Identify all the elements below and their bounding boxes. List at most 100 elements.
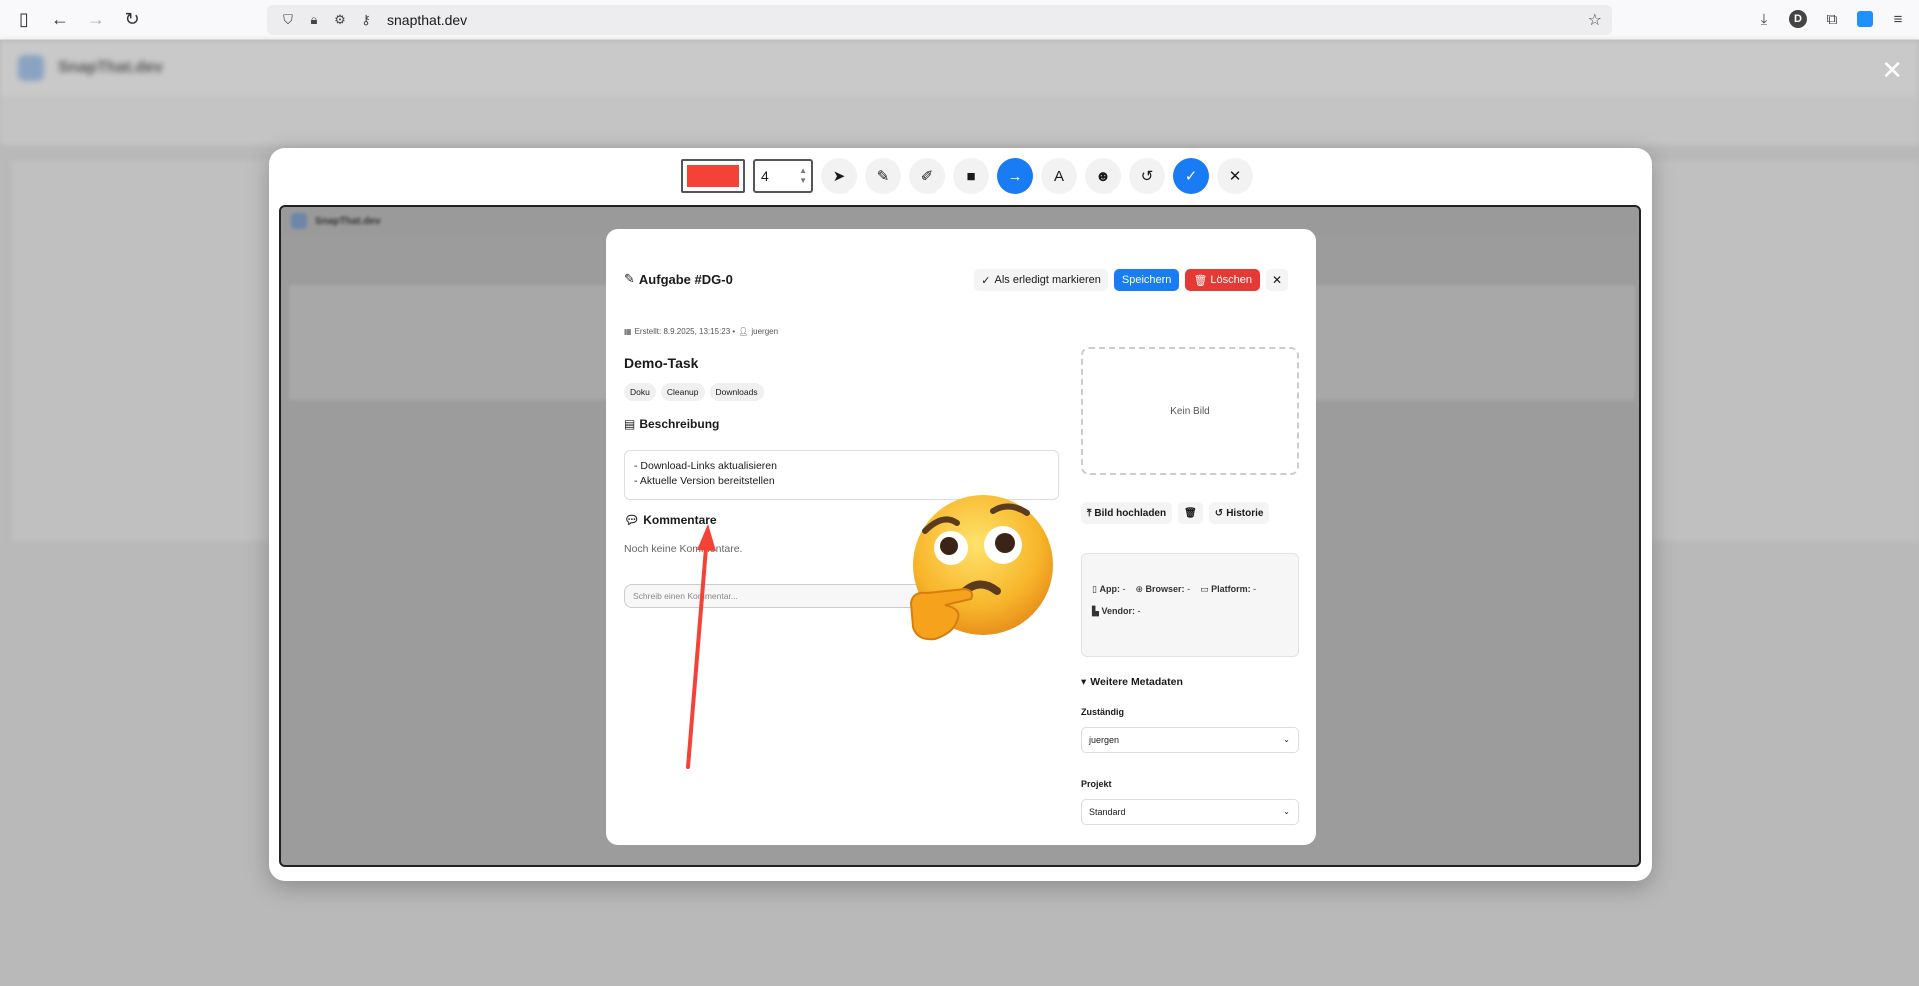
check-icon: ✓ bbox=[981, 274, 991, 287]
user-icon: 👤︎ bbox=[738, 327, 749, 336]
task-name: Demo-Task bbox=[624, 355, 699, 371]
description-heading-text: Beschreibung bbox=[639, 417, 720, 431]
device-vendor: ▙ Vendor: - bbox=[1092, 606, 1141, 616]
emoji-icon[interactable]: ☻ bbox=[1085, 158, 1121, 194]
image-placeholder: Kein Bild bbox=[1081, 347, 1299, 475]
device-browser: ⊕ Browser: - bbox=[1135, 584, 1191, 594]
arrow-icon[interactable]: → bbox=[997, 158, 1033, 194]
delete-button[interactable]: 🗑︎ Löschen bbox=[1185, 269, 1260, 291]
mobile-icon: ▯ bbox=[1092, 584, 1097, 594]
profile-avatar[interactable]: D bbox=[1789, 10, 1807, 28]
document-icon: ▤ bbox=[624, 417, 636, 431]
back-icon[interactable]: ← bbox=[48, 8, 72, 32]
project-value: Standard bbox=[1089, 807, 1126, 817]
permissions-icon[interactable]: ⚙ bbox=[329, 10, 351, 30]
description-heading: ▤ Beschreibung bbox=[624, 417, 719, 431]
upload-icon: ⤒ bbox=[1087, 507, 1092, 519]
calendar-icon: ▦ bbox=[624, 327, 632, 336]
comments-icon: 💬︎ bbox=[624, 513, 640, 527]
created-meta: ▦ Erstellt: 8.9.2025, 13:15:23 • 👤︎ juer… bbox=[624, 327, 778, 336]
app-logo bbox=[18, 55, 44, 81]
device-platform: ▭ Platform: - bbox=[1200, 584, 1257, 594]
stepper-icon[interactable]: ▲ ▼ bbox=[799, 166, 807, 186]
confirm-icon[interactable]: ✓ bbox=[1173, 158, 1209, 194]
url-text[interactable]: snapthat.dev bbox=[387, 12, 467, 28]
extensions-icon[interactable]: ⧉ bbox=[1821, 8, 1843, 30]
stroke-size-value: 4 bbox=[761, 168, 769, 184]
more-metadata-label: Weitere Metadaten bbox=[1090, 676, 1183, 688]
color-picker[interactable] bbox=[681, 159, 745, 193]
upload-label: Bild hochladen bbox=[1094, 507, 1167, 519]
shield-icon[interactable]: ⛉ bbox=[277, 10, 299, 30]
reload-icon[interactable]: ↻ bbox=[120, 8, 144, 32]
author-text: juergen bbox=[751, 327, 779, 336]
globe-icon: ⊕ bbox=[1135, 584, 1144, 594]
text-icon[interactable]: A bbox=[1041, 158, 1077, 194]
close-overlay-icon[interactable]: ✕ bbox=[1881, 55, 1903, 86]
project-select[interactable]: Standard ⌄ bbox=[1081, 799, 1299, 825]
tag-chip[interactable]: Cleanup bbox=[660, 383, 705, 401]
tag-chip[interactable]: Doku bbox=[624, 383, 656, 401]
app-logo bbox=[291, 213, 307, 229]
chevron-down-icon: ⌄ bbox=[1283, 735, 1290, 744]
app-title: SnapThat.dev bbox=[315, 215, 381, 227]
chevron-down-icon: ⌄ bbox=[1283, 807, 1290, 816]
mark-done-label: Als erledigt markieren bbox=[994, 274, 1101, 286]
description-line: - Aktuelle Version bereitstellen bbox=[634, 475, 775, 487]
no-comments-text: Noch keine Kommentare. bbox=[624, 543, 743, 555]
trash-icon: 🗑︎ bbox=[1184, 507, 1197, 519]
sidebar-toggle-icon[interactable]: ▯ bbox=[12, 8, 36, 32]
assignee-select[interactable]: juergen ⌄ bbox=[1081, 727, 1299, 753]
comments-heading-text: Kommentare bbox=[643, 513, 717, 527]
thinking-face-icon[interactable] bbox=[905, 493, 1055, 651]
downloads-icon[interactable]: ⤓ bbox=[1753, 8, 1775, 30]
annotation-toolbar: 4 ▲ ▼ ➤ ✎ ✐ ■ → A ☻ ↺ ✓ ✕ bbox=[681, 158, 1253, 194]
assignee-label: Zuständig bbox=[1081, 707, 1124, 717]
more-metadata-toggle[interactable]: ▾ Weitere Metadaten bbox=[1081, 676, 1183, 688]
delete-image-button[interactable]: 🗑︎ bbox=[1178, 502, 1203, 524]
monitor-icon: ▭ bbox=[1200, 584, 1209, 594]
task-title: ✎ Aufgabe #DG-0 bbox=[624, 271, 733, 287]
trash-icon: 🗑︎ bbox=[1193, 274, 1208, 287]
project-label: Projekt bbox=[1081, 779, 1112, 789]
tag-chip[interactable]: Downloads bbox=[709, 383, 764, 401]
filter-bar bbox=[0, 95, 1919, 145]
lock-icon[interactable]: 🔒︎ bbox=[303, 10, 325, 30]
assignee-value: juergen bbox=[1089, 735, 1120, 745]
description-line: - Download-Links aktualisieren bbox=[634, 460, 777, 472]
caret-down-icon: ▾ bbox=[1081, 676, 1087, 688]
key-icon[interactable]: ⚷ bbox=[355, 10, 377, 30]
cancel-icon[interactable]: ✕ bbox=[1217, 158, 1253, 194]
comments-heading: 💬︎ Kommentare bbox=[624, 513, 717, 527]
delete-label: Löschen bbox=[1210, 274, 1252, 286]
history-label: Historie bbox=[1226, 507, 1264, 519]
mark-done-button[interactable]: ✓ Als erledigt markieren bbox=[974, 269, 1108, 291]
pencil-icon[interactable]: ✎ bbox=[865, 158, 901, 194]
edit-icon: ✎ bbox=[624, 271, 635, 286]
history-button[interactable]: ↺ Historie bbox=[1208, 502, 1270, 524]
upload-image-button[interactable]: ⤒ Bild hochladen bbox=[1081, 502, 1173, 524]
undo-icon[interactable]: ↺ bbox=[1129, 158, 1165, 194]
tag-list: Doku Cleanup Downloads bbox=[624, 383, 764, 401]
snapthat-extension-icon[interactable] bbox=[1857, 11, 1873, 27]
device-info: ▯ App: - ⊕ Browser: - ▭ Platform: - ▙ Ve… bbox=[1081, 553, 1299, 657]
address-bar[interactable]: ⛉ 🔒︎ ⚙ ⚷ snapthat.dev ☆ bbox=[267, 5, 1612, 35]
color-swatch bbox=[687, 165, 739, 187]
forward-icon[interactable]: → bbox=[84, 8, 108, 32]
marker-icon[interactable]: ✐ bbox=[909, 158, 945, 194]
history-icon: ↺ bbox=[1214, 507, 1224, 519]
bookmark-star-icon[interactable]: ☆ bbox=[1588, 10, 1602, 30]
task-title-text: Aufgabe #DG-0 bbox=[638, 271, 733, 287]
created-text: Erstellt: 8.9.2025, 13:15:23 • bbox=[634, 327, 736, 336]
pointer-icon[interactable]: ➤ bbox=[821, 158, 857, 194]
menu-icon[interactable]: ≡ bbox=[1887, 8, 1909, 30]
rectangle-icon[interactable]: ■ bbox=[953, 158, 989, 194]
factory-icon: ▙ bbox=[1092, 606, 1099, 616]
comment-input[interactable]: Schreib einen Kommentar... bbox=[624, 584, 944, 608]
browser-toolbar: ▯ ← → ↻ ⛉ 🔒︎ ⚙ ⚷ snapthat.dev ☆ ⤓ D ⧉ ≡ bbox=[0, 0, 1919, 40]
save-button[interactable]: Speichern bbox=[1113, 269, 1180, 291]
stroke-size-input[interactable]: 4 ▲ ▼ bbox=[753, 159, 813, 193]
device-app: ▯ App: - bbox=[1092, 584, 1126, 594]
close-dialog-button[interactable]: ✕ bbox=[1266, 269, 1288, 291]
app-title: SnapThat.dev bbox=[58, 59, 163, 76]
